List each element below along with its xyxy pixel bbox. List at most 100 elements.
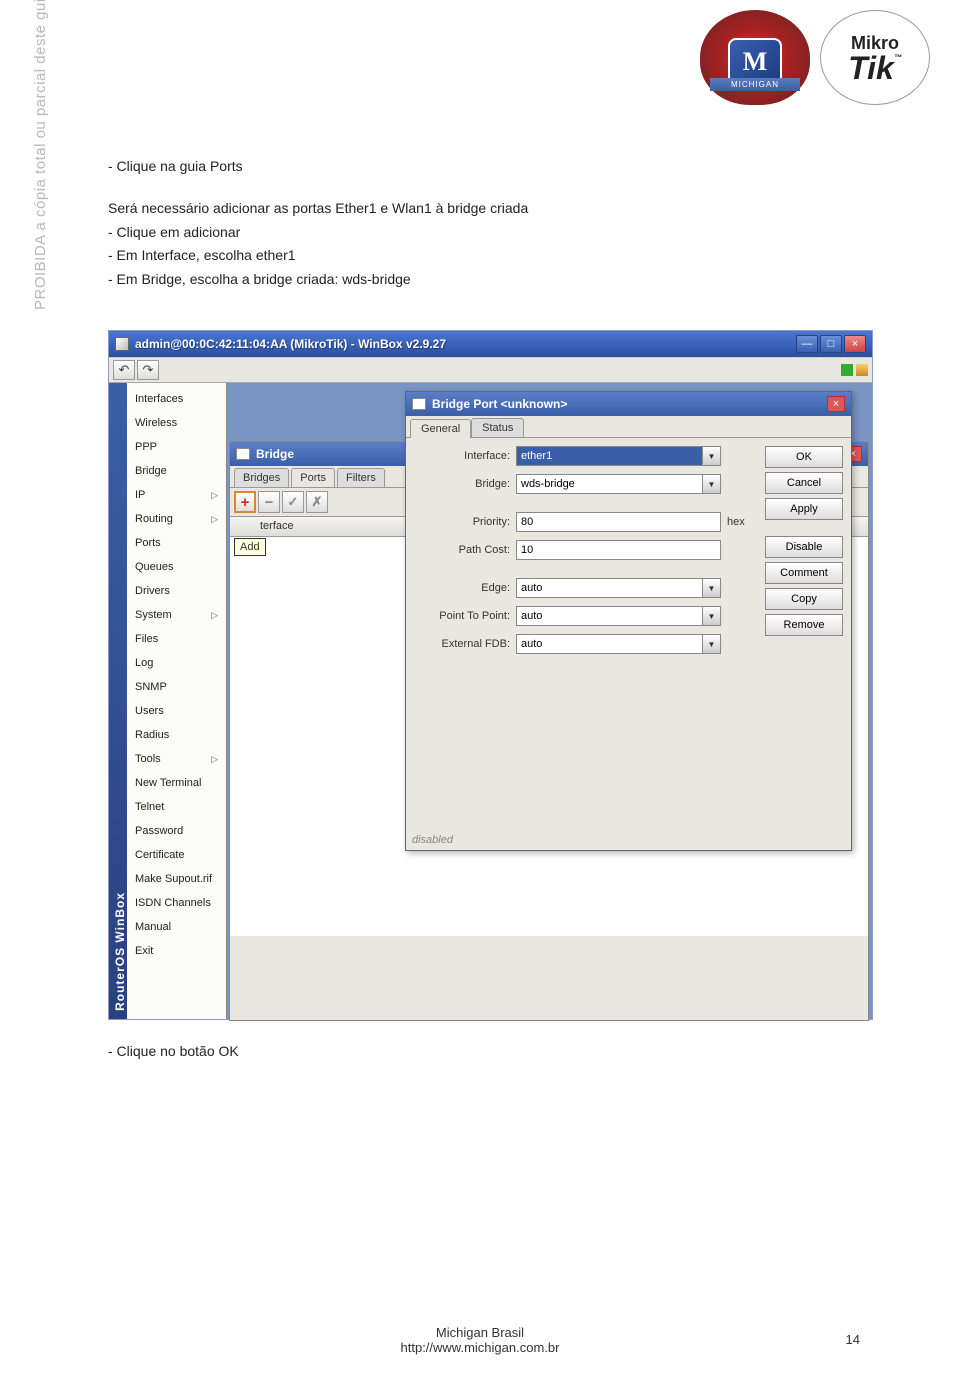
undo-button[interactable]: ↶	[113, 360, 135, 380]
menu-item-drivers[interactable]: Drivers	[127, 579, 226, 603]
tab-filters[interactable]: Filters	[337, 468, 385, 487]
redo-button[interactable]: ↷	[137, 360, 159, 380]
menu-item-make-supout.rif[interactable]: Make Supout.rif	[127, 867, 226, 891]
menu-item-ppp[interactable]: PPP	[127, 435, 226, 459]
fdb-input[interactable]	[516, 634, 703, 654]
instruction-line: - Clique em adicionar	[108, 221, 528, 245]
michigan-logo: M MICHIGAN	[700, 10, 810, 105]
menu-item-manual[interactable]: Manual	[127, 915, 226, 939]
remove-button[interactable]: Remove	[765, 614, 843, 636]
comment-button[interactable]: Comment	[765, 562, 843, 584]
menu-item-wireless[interactable]: Wireless	[127, 411, 226, 435]
header-logos: M MICHIGAN Mikro Tik™	[700, 10, 930, 105]
pathcost-input[interactable]	[516, 540, 721, 560]
tab-ports[interactable]: Ports	[291, 468, 335, 487]
add-button[interactable]: +	[234, 491, 256, 513]
menu-item-certificate[interactable]: Certificate	[127, 843, 226, 867]
instruction-line: - Em Interface, escolha ether1	[108, 244, 528, 268]
menu-item-snmp[interactable]: SNMP	[127, 675, 226, 699]
copy-button[interactable]: Copy	[765, 588, 843, 610]
window-titlebar: admin@00:0C:42:11:04:AA (MikroTik) - Win…	[109, 331, 872, 357]
app-icon	[115, 337, 129, 351]
menu-item-password[interactable]: Password	[127, 819, 226, 843]
submenu-arrow-icon: ▷	[211, 754, 218, 765]
submenu-arrow-icon: ▷	[211, 514, 218, 525]
priority-suffix: hex	[727, 516, 755, 528]
menu-item-ports[interactable]: Ports	[127, 531, 226, 555]
status-indicator	[841, 364, 853, 376]
instruction-line: - Em Bridge, escolha a bridge criada: wd…	[108, 268, 528, 292]
menu-item-telnet[interactable]: Telnet	[127, 795, 226, 819]
disable-button[interactable]: Disable	[765, 536, 843, 558]
menu-item-exit[interactable]: Exit	[127, 939, 226, 963]
main-menu: InterfacesWirelessPPPBridgeIP▷Routing▷Po…	[127, 383, 227, 1019]
toolbar: ↶ ↷	[109, 357, 872, 383]
footer-instruction: - Clique no botão OK	[108, 1043, 239, 1059]
fdb-dropdown[interactable]: ▼	[703, 634, 721, 654]
maximize-button[interactable]: □	[820, 335, 842, 353]
port-dialog-tabs: General Status	[406, 416, 851, 438]
menu-item-log[interactable]: Log	[127, 651, 226, 675]
pathcost-label: Path Cost:	[414, 544, 516, 556]
menu-item-users[interactable]: Users	[127, 699, 226, 723]
lock-icon	[856, 364, 868, 376]
close-button[interactable]: ×	[844, 335, 866, 353]
port-dialog-close[interactable]: ×	[827, 396, 845, 412]
minimize-button[interactable]: —	[796, 335, 818, 353]
menu-item-ip[interactable]: IP▷	[127, 483, 226, 507]
add-tooltip: Add	[234, 538, 266, 556]
instruction-heading: - Clique na guia Ports	[108, 155, 528, 179]
enable-button[interactable]: ✓	[282, 491, 304, 513]
submenu-arrow-icon: ▷	[211, 490, 218, 501]
menu-item-tools[interactable]: Tools▷	[127, 747, 226, 771]
menu-item-radius[interactable]: Radius	[127, 723, 226, 747]
menu-item-routing[interactable]: Routing▷	[127, 507, 226, 531]
page-number: 14	[846, 1332, 860, 1347]
ok-button[interactable]: OK	[765, 446, 843, 468]
menu-item-interfaces[interactable]: Interfaces	[127, 387, 226, 411]
interface-input[interactable]	[516, 446, 703, 466]
winbox-screenshot: admin@00:0C:42:11:04:AA (MikroTik) - Win…	[108, 330, 873, 1020]
priority-label: Priority:	[414, 516, 516, 528]
port-form: Interface: ▼ Bridge: ▼	[414, 446, 755, 818]
instruction-text: - Clique na guia Ports Será necessário a…	[108, 155, 528, 292]
apply-button[interactable]: Apply	[765, 498, 843, 520]
menu-item-new-terminal[interactable]: New Terminal	[127, 771, 226, 795]
menu-item-bridge[interactable]: Bridge	[127, 459, 226, 483]
dialog-status: disabled	[412, 834, 453, 846]
ptp-dropdown[interactable]: ▼	[703, 606, 721, 626]
menu-item-isdn-channels[interactable]: ISDN Channels	[127, 891, 226, 915]
copyright-watermark: PROIBIDA a cópia total ou parcial deste …	[32, 0, 49, 310]
bridge-port-dialog: Bridge Port <unknown> × General Status I…	[405, 391, 852, 851]
cancel-button[interactable]: Cancel	[765, 472, 843, 494]
footer-company: Michigan Brasil	[0, 1325, 960, 1340]
tab-status[interactable]: Status	[471, 418, 524, 437]
ptp-label: Point To Point:	[414, 610, 516, 622]
bridge-input[interactable]	[516, 474, 703, 494]
priority-input[interactable]	[516, 512, 721, 532]
port-dialog-title: Bridge Port <unknown>	[432, 397, 827, 411]
remove-button[interactable]: −	[258, 491, 280, 513]
menu-item-system[interactable]: System▷	[127, 603, 226, 627]
tab-general[interactable]: General	[410, 419, 471, 438]
bridge-window-icon	[236, 448, 250, 460]
menu-item-files[interactable]: Files	[127, 627, 226, 651]
vertical-brand: RouterOS WinBox	[109, 383, 127, 1019]
footer-url: http://www.michigan.com.br	[0, 1340, 960, 1355]
menu-item-queues[interactable]: Queues	[127, 555, 226, 579]
page-footer: Michigan Brasil http://www.michigan.com.…	[0, 1325, 960, 1355]
window-title: admin@00:0C:42:11:04:AA (MikroTik) - Win…	[135, 337, 794, 351]
port-dialog-titlebar: Bridge Port <unknown> ×	[406, 392, 851, 416]
dialog-buttons: OK Cancel Apply Disable Comment Copy Rem…	[765, 446, 843, 818]
ptp-input[interactable]	[516, 606, 703, 626]
content-area: Bridge × Bridges Ports Filters + − ✓ ✗ A…	[227, 383, 872, 1019]
interface-label: Interface:	[414, 450, 516, 462]
edge-input[interactable]	[516, 578, 703, 598]
interface-dropdown[interactable]: ▼	[703, 446, 721, 466]
port-dialog-icon	[412, 398, 426, 410]
bridge-dropdown[interactable]: ▼	[703, 474, 721, 494]
tab-bridges[interactable]: Bridges	[234, 468, 289, 487]
submenu-arrow-icon: ▷	[211, 610, 218, 621]
disable-button[interactable]: ✗	[306, 491, 328, 513]
edge-dropdown[interactable]: ▼	[703, 578, 721, 598]
